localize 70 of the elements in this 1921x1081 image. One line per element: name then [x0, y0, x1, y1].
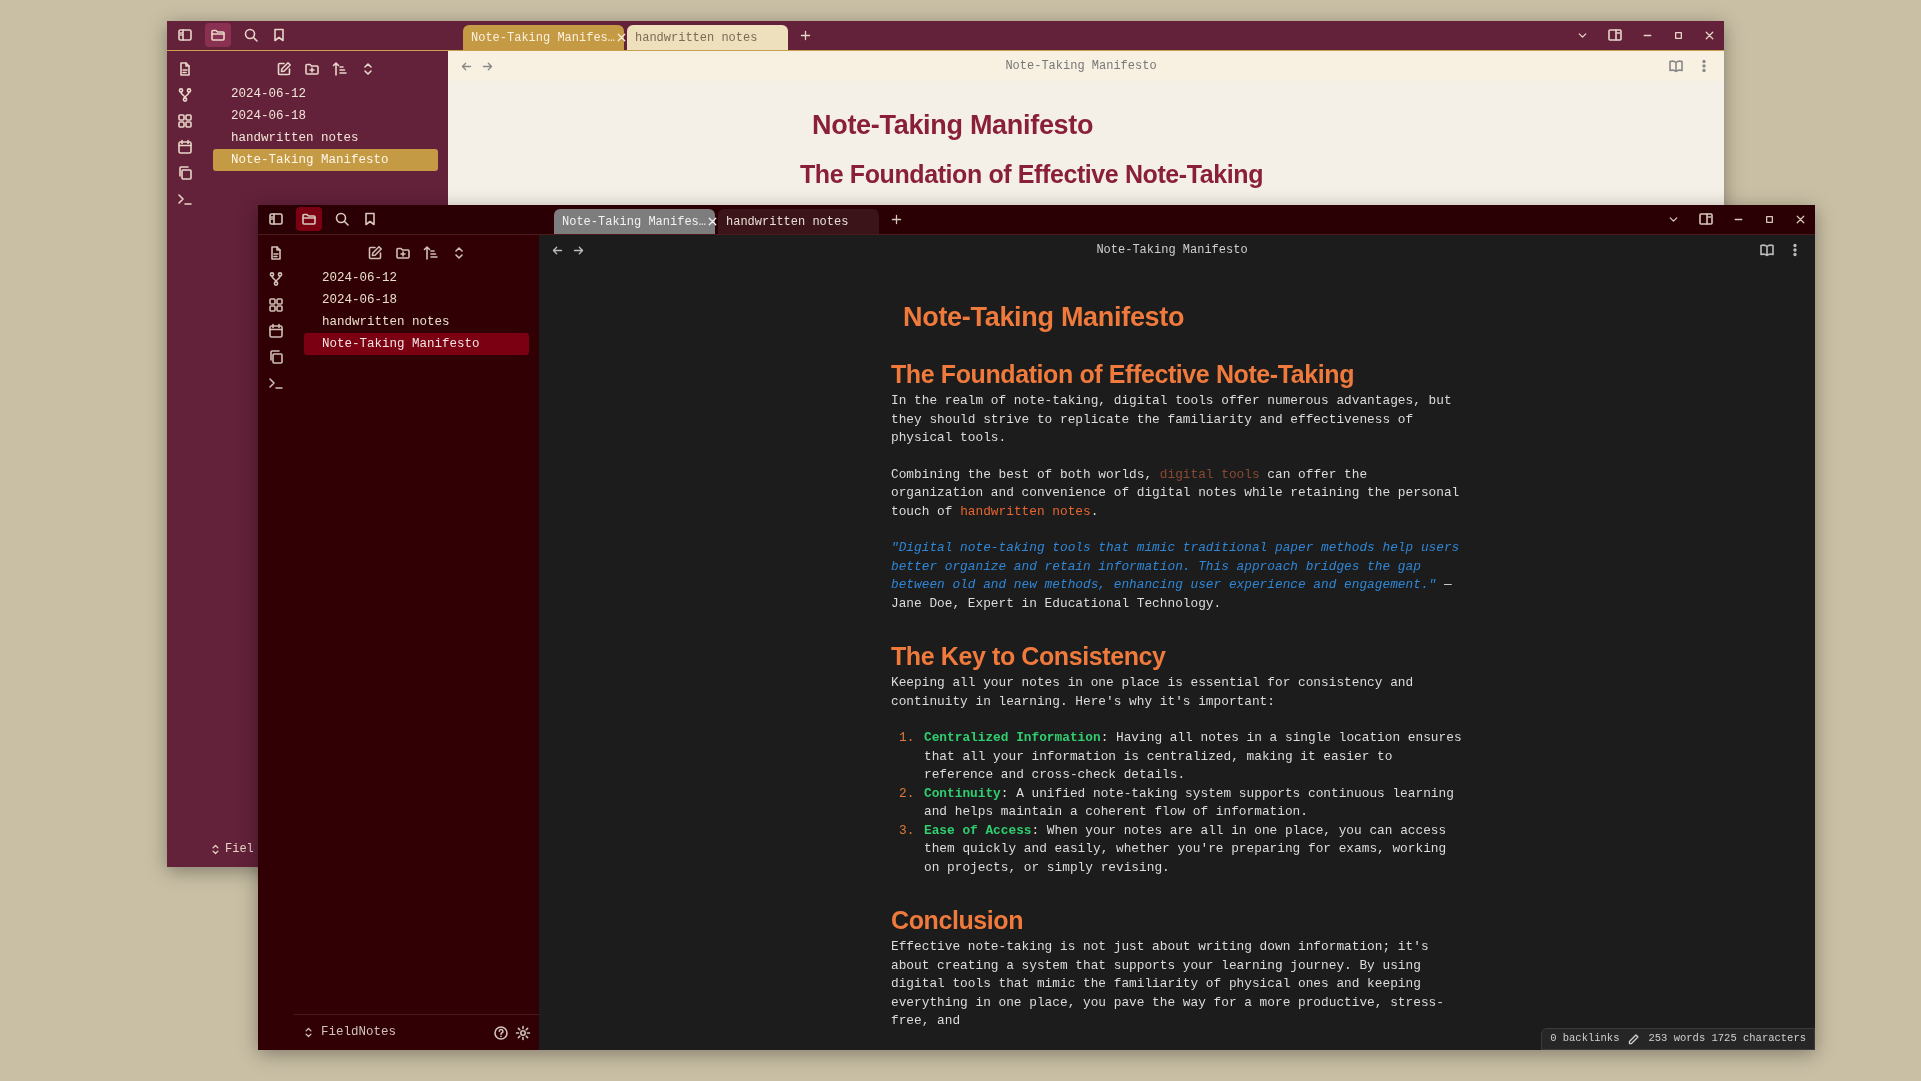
paragraph: Keeping all your notes in one place is essential for consistency and continuity in learning. Here's why it's important: — [891, 674, 1415, 711]
list-number: 1. — [899, 729, 916, 747]
section-heading: The Key to Consistency — [891, 641, 1167, 671]
section-heading: The Foundation of Effective Note-Taking — [891, 359, 1356, 389]
paragraph: In the realm of note-taking, digital tools offer numerous advantages, but they should strive to replicate the familiarity and effectiveness of physical tools. — [891, 392, 1453, 447]
terminal-icon[interactable] — [268, 375, 284, 391]
file-item[interactable]: Note-Taking Manifesto — [304, 333, 529, 355]
list-item-text: Ease of Access: When your notes are all in one place, you can access them quickly and easily, whether you're preparing for exams, working on projects, or simply revising. — [924, 821, 1448, 877]
edit-icon[interactable] — [366, 245, 383, 261]
vault-name[interactable]: Fiel — [225, 840, 254, 858]
search-icon[interactable] — [334, 211, 350, 227]
sort-icon[interactable] — [331, 61, 348, 77]
grid-icon[interactable] — [268, 297, 284, 313]
file-item[interactable]: 2024-06-12 — [304, 267, 529, 289]
book-icon[interactable] — [1759, 242, 1775, 258]
file-item[interactable]: 2024-06-12 — [213, 83, 438, 105]
paragraph: Combining the best of both worlds, digital tools can offer the organization and convenience of digital notes while retaining the personal touch of handwritten notes. — [891, 465, 1461, 521]
tab[interactable]: Note-Taking Manifes… — [554, 209, 715, 234]
list-item-text: Continuity: A unified note-taking system supports continuous learning and helps maintain a coherent flow of information. — [924, 784, 1455, 821]
file-explorer-button[interactable] — [296, 207, 322, 231]
list-item-text: Centralized Information: Having all notes in a single location ensures that all your information is centralized, making it easier to reference and cross-check details. — [924, 729, 1463, 784]
layout-icon[interactable] — [1607, 27, 1623, 43]
word-count: 253 words 1725 characters — [1648, 1031, 1806, 1047]
branch-icon[interactable] — [268, 271, 284, 287]
terminal-icon[interactable] — [177, 191, 193, 207]
folder-plus-icon[interactable] — [303, 61, 320, 77]
calendar-icon[interactable] — [268, 323, 284, 339]
section-heading: Conclusion — [891, 905, 1025, 935]
tab[interactable]: handwritten notes — [718, 209, 879, 234]
panel-icon[interactable] — [268, 211, 284, 227]
tab[interactable]: handwritten notes — [627, 25, 788, 50]
list-number: 2. — [899, 784, 916, 803]
note-title: Note-Taking Manifesto — [812, 109, 1095, 141]
grid-icon[interactable] — [177, 113, 193, 129]
note-title: Note-Taking Manifesto — [903, 301, 1186, 333]
file-item[interactable]: handwritten notes — [213, 127, 438, 149]
copy-icon[interactable] — [177, 165, 193, 181]
pencil-icon[interactable] — [1627, 1032, 1641, 1046]
calendar-icon[interactable] — [177, 139, 193, 155]
file-item[interactable]: 2024-06-18 — [213, 105, 438, 127]
paragraph: "Digital note-taking tools that mimic traditional paper methods help users better organize and retain information. This approach bridges the gap between old and new methods, enhancing user experience and engagement." — Jane Doe, Expert in Educational Technology. — [891, 539, 1461, 613]
sort-icon[interactable] — [422, 245, 439, 261]
branch-icon[interactable] — [177, 87, 193, 103]
backlinks-count[interactable]: 0 backlinks — [1550, 1031, 1620, 1047]
file-icon[interactable] — [268, 245, 284, 261]
bookmark-icon[interactable] — [362, 211, 378, 227]
copy-icon[interactable] — [268, 349, 284, 365]
layout-icon[interactable] — [1698, 211, 1714, 227]
settings-icon[interactable] — [515, 1024, 531, 1041]
vault-name[interactable]: FieldNotes — [321, 1023, 396, 1042]
folder-icon[interactable] — [301, 211, 317, 227]
folder-icon[interactable] — [210, 27, 226, 43]
section-heading: The Foundation of Effective Note-Taking — [800, 159, 1265, 189]
panel-icon[interactable] — [177, 27, 193, 43]
view-title: Note-Taking Manifesto — [1095, 242, 1249, 259]
file-item[interactable]: 2024-06-18 — [304, 289, 529, 311]
edit-icon[interactable] — [275, 61, 292, 77]
view-title: Note-Taking Manifesto — [1004, 58, 1158, 75]
list-number: 3. — [899, 821, 916, 840]
bookmark-icon[interactable] — [271, 27, 287, 43]
file-icon[interactable] — [177, 61, 193, 77]
paragraph: Effective note-taking is not just about writing down information; it's about creating a system that supports your learning journey. By using digital tools that mimic the familiarity of physical ones and keeping everything in one place, you pave the way for a more productive, stress-free, and — [891, 938, 1445, 1030]
plus-icon[interactable] — [799, 28, 812, 42]
search-icon[interactable] — [243, 27, 259, 43]
file-item[interactable]: handwritten notes — [304, 311, 529, 333]
file-explorer-button[interactable] — [205, 23, 231, 47]
folder-plus-icon[interactable] — [394, 245, 411, 261]
note-link[interactable]: handwritten notes — [960, 503, 1091, 519]
help-icon[interactable] — [493, 1024, 509, 1041]
plus-icon[interactable] — [890, 212, 903, 226]
